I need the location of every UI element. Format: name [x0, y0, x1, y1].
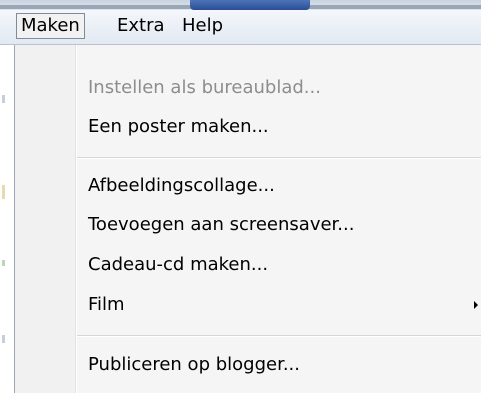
title-strip-highlight	[190, 0, 310, 10]
menu-extra[interactable]: Extra	[113, 13, 169, 39]
background-tick	[2, 95, 5, 103]
menu-bar: Maken Extra Help	[0, 10, 481, 45]
menu-maken[interactable]: Maken	[16, 13, 85, 39]
menu-item-film-label: Film	[88, 294, 125, 315]
window-title-strip	[0, 0, 481, 10]
menu-gutter-divider-highlight	[76, 45, 77, 393]
menu-icon-gutter	[15, 45, 75, 393]
menu-maken-label: Maken	[21, 15, 80, 36]
menu-extra-label: Extra	[117, 15, 165, 36]
maken-dropdown-menu: Instellen als bureaublad... Een poster m…	[14, 45, 481, 393]
menu-item-publish-blogger[interactable]: Publiceren op blogger...	[88, 348, 300, 382]
menu-help[interactable]: Help	[178, 13, 227, 39]
screen: Maken Extra Help Instellen als bureaubla…	[0, 0, 481, 393]
menu-item-film[interactable]: Film	[88, 288, 478, 322]
background-app-edge	[0, 45, 14, 393]
menu-separator-highlight	[77, 336, 481, 337]
menu-item-set-as-desktop: Instellen als bureaublad...	[88, 77, 321, 98]
background-tick	[2, 185, 5, 199]
menu-item-make-poster[interactable]: Een poster maken...	[88, 110, 269, 144]
menu-separator-highlight	[77, 158, 481, 159]
background-tick	[2, 260, 5, 266]
menu-help-label: Help	[182, 15, 224, 36]
background-tick	[2, 335, 5, 343]
submenu-arrow-icon	[474, 301, 478, 309]
menu-item-picture-collage[interactable]: Afbeeldingscollage...	[88, 169, 275, 203]
menu-item-add-to-screensaver[interactable]: Toevoegen aan screensaver...	[88, 208, 354, 242]
menu-item-make-gift-cd[interactable]: Cadeau-cd maken...	[88, 248, 268, 282]
